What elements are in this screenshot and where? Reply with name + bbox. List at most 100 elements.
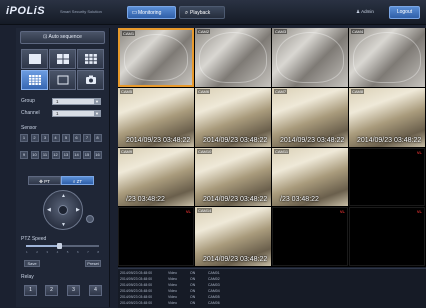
empty-video-tile[interactable]: VL <box>349 207 425 266</box>
sensor-button[interactable]: 13 <box>62 151 70 159</box>
layout-3x3-button[interactable] <box>77 49 104 69</box>
tab-monitoring[interactable]: ▭Monitoring <box>127 6 176 19</box>
log-row[interactable]: 2014/09/23 03:48:00 Video ON CAM05 <box>120 295 420 300</box>
control-sidebar: ⊡ Auto sequence Group 1 ▼ Channel 1 ▼ Sens… <box>16 28 110 307</box>
event-log: 2014/09/23 03:48:00 Video ON CAM01 2014/09/2… <box>118 268 426 308</box>
tab-playback[interactable]: ⌕ Playback <box>179 6 225 19</box>
sensor-button[interactable]: 9 <box>20 151 28 159</box>
relay-button-3[interactable]: 3 <box>67 285 80 296</box>
video-loss-indicator: VL <box>339 209 345 215</box>
arrow-down-icon[interactable]: ▼ <box>61 222 66 228</box>
relay-button-1[interactable]: 1 <box>24 285 37 296</box>
empty-video-tile[interactable]: VL <box>272 207 348 266</box>
layout-2x2-icon <box>56 54 69 64</box>
search-icon: ⌕ <box>184 10 189 16</box>
camera-name: CAM14 <box>197 208 213 214</box>
ptz-speed-slider[interactable] <box>26 243 99 249</box>
fullscreen-button[interactable] <box>49 70 76 90</box>
ptz-speed-handle[interactable] <box>56 243 62 249</box>
scale-tick: 5 <box>66 250 69 254</box>
sensor-button[interactable]: 16 <box>93 151 102 159</box>
sensor-button[interactable]: 10 <box>30 151 39 159</box>
video-tile[interactable]: CAM9/23 03:48:22 <box>118 147 194 207</box>
tab-pt[interactable]: ✥ PT <box>28 176 61 185</box>
log-row[interactable]: 2014/09/23 03:48:00 Video ON CAM03 <box>120 283 420 288</box>
video-tile[interactable]: CAM10 2014/09/23 03:48:22 <box>195 147 271 207</box>
joystick-center[interactable] <box>58 205 68 215</box>
log-cell: CAM02 <box>208 277 220 281</box>
sensor-button[interactable]: 4 <box>51 134 60 142</box>
logout-button[interactable]: Logout <box>389 6 420 19</box>
camera-name: CAM9 <box>120 148 134 154</box>
video-tile[interactable]: CAM6 2014/09/23 03:48:22 <box>195 87 271 147</box>
empty-video-tile[interactable]: VL <box>349 147 425 207</box>
relay-button-4[interactable]: 4 <box>89 285 102 296</box>
log-row[interactable]: 2014/09/23 03:48:00 Video ON CAM01 <box>120 271 420 276</box>
arrow-right-icon[interactable]: ▶ <box>76 207 80 213</box>
ptz-home-button[interactable] <box>86 215 94 223</box>
camera-name: CAM8 <box>351 88 365 94</box>
capture-button[interactable] <box>77 70 104 90</box>
video-tile[interactable]: CAM4 <box>349 28 425 87</box>
video-timestamp: 2014/09/23 03:48:22 <box>203 136 268 144</box>
sensor-button[interactable]: 6 <box>72 134 81 142</box>
scale-tick: 2 <box>36 250 38 254</box>
layout-selector <box>21 49 105 91</box>
log-cell: Video <box>168 295 177 299</box>
video-timestamp: 2014/09/23 03:48:22 <box>280 136 345 144</box>
video-tile[interactable]: CAM2 <box>195 28 271 87</box>
sensor-button[interactable]: 14 <box>72 151 81 159</box>
log-cell: ON <box>190 301 196 305</box>
video-tile[interactable]: CAM3 <box>272 28 348 87</box>
fisheye-view <box>124 34 188 81</box>
empty-video-tile[interactable]: VL <box>118 207 194 266</box>
layout-2x2-button[interactable] <box>49 49 76 69</box>
arrow-left-icon[interactable]: ◀ <box>47 207 51 213</box>
preset-button[interactable]: Preset <box>85 260 101 267</box>
sensor-button[interactable]: 15 <box>83 151 91 159</box>
tab-zt[interactable]: ⌕ ZT <box>61 176 94 185</box>
arrow-up-icon[interactable]: ▲ <box>61 193 66 199</box>
sensor-button[interactable]: 7 <box>83 134 91 142</box>
video-tile[interactable]: CAM14 2014/09/23 03:48:22 <box>195 207 271 266</box>
sensor-button[interactable]: 12 <box>51 151 60 159</box>
layout-1x1-button[interactable] <box>21 49 48 69</box>
log-cell: CAM05 <box>208 295 220 299</box>
sensor-button[interactable]: 11 <box>41 151 49 159</box>
scale-tick: 7 <box>87 250 89 254</box>
user-icon: ♟ <box>356 9 361 14</box>
log-row[interactable]: 2014/09/23 03:48:00 Video ON CAM02 <box>120 277 420 282</box>
sensor-button[interactable]: 2 <box>30 134 39 142</box>
video-tile[interactable]: CAM8 2014/09/23 03:48:22 <box>349 87 425 147</box>
relay-button-2[interactable]: 2 <box>45 285 58 296</box>
save-button[interactable]: Save <box>24 260 40 267</box>
video-tile[interactable]: CAM7 2014/09/23 03:48:22 <box>272 87 348 147</box>
video-tile[interactable]: CAM5 2014/09/23 03:48:22 <box>118 87 194 147</box>
sensor-button[interactable]: 1 <box>20 134 28 142</box>
fullscreen-icon <box>57 75 68 85</box>
video-tile[interactable]: CAM1 <box>118 28 194 87</box>
ptz-joystick[interactable]: ▲ ▼ ◀ ▶ <box>43 190 83 230</box>
log-cell: 2014/09/23 03:48:00 <box>120 283 153 287</box>
sensor-button[interactable]: 3 <box>41 134 49 142</box>
layout-3x3-icon <box>84 54 97 64</box>
user-name: Admin <box>361 9 374 14</box>
group-label: Group <box>21 98 35 104</box>
zoom-icon: ⌕ <box>72 179 76 184</box>
channel-select[interactable]: 1 ▼ <box>52 110 101 117</box>
channel-value: 1 <box>56 111 59 116</box>
fisheye-view <box>276 32 344 83</box>
log-row[interactable]: 2014/09/23 03:48:00 Video ON CAM04 <box>120 289 420 294</box>
sensor-button[interactable]: 8 <box>93 134 102 142</box>
sequence-icon: ⊡ <box>43 34 48 40</box>
group-select[interactable]: 1 ▼ <box>52 98 101 105</box>
layout-4x4-button[interactable] <box>21 70 48 90</box>
sensor-button[interactable]: 5 <box>62 134 70 142</box>
video-tile[interactable]: CAM11/23 03:48:22 <box>272 147 348 207</box>
auto-sequence-button[interactable]: ⊡ Auto sequence <box>20 31 105 44</box>
log-row[interactable]: 2014/09/23 03:48:00 Video ON CAM06 <box>120 301 420 306</box>
camera-name: CAM3 <box>274 29 288 34</box>
camera-icon <box>85 75 96 84</box>
video-timestamp: 2014/09/23 03:48:22 <box>357 136 422 144</box>
log-cell: ON <box>190 283 196 287</box>
